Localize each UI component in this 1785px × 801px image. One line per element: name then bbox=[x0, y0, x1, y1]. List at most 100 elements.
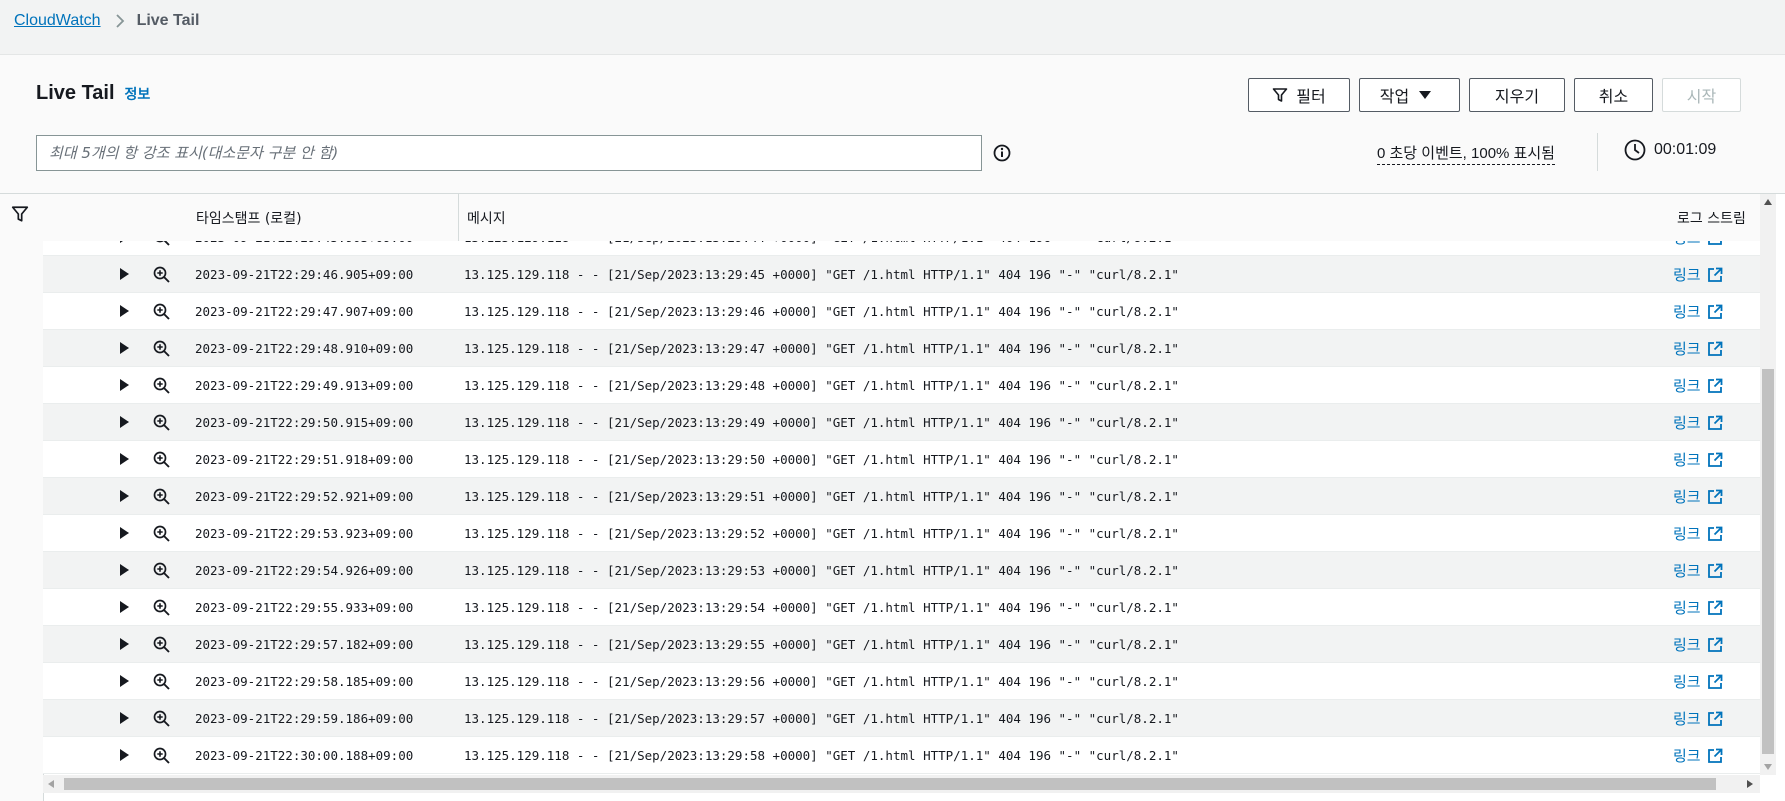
table-row[interactable]: 2023-09-21T22:29:52.921+09:00 13.125.129… bbox=[43, 478, 1760, 515]
page-title: Live Tail bbox=[36, 82, 115, 104]
cancel-button[interactable]: 취소 bbox=[1574, 78, 1653, 112]
log-stream-link[interactable]: 링크 bbox=[1673, 597, 1723, 618]
log-stream-link[interactable]: 링크 bbox=[1673, 634, 1723, 655]
zoom-in-icon[interactable] bbox=[153, 451, 170, 468]
scroll-down-icon[interactable] bbox=[1764, 764, 1772, 770]
table-row[interactable]: 2023-09-21T22:29:53.923+09:00 13.125.129… bbox=[43, 515, 1760, 552]
expand-row-icon[interactable] bbox=[119, 527, 129, 539]
zoom-in-icon[interactable] bbox=[153, 303, 170, 320]
expand-row-icon[interactable] bbox=[119, 712, 129, 724]
table-row[interactable]: 2023-09-21T22:29:55.933+09:00 13.125.129… bbox=[43, 589, 1760, 626]
log-stream-link[interactable]: 링크 bbox=[1673, 486, 1723, 507]
log-stream-link[interactable]: 링크 bbox=[1673, 449, 1723, 470]
log-stream-link[interactable]: 링크 bbox=[1673, 338, 1723, 359]
log-stream-link[interactable]: 링크 bbox=[1673, 708, 1723, 729]
table-row[interactable]: 2023-09-21T22:29:47.907+09:00 13.125.129… bbox=[43, 293, 1760, 330]
external-link-icon bbox=[1707, 304, 1723, 319]
expand-row-icon[interactable] bbox=[119, 305, 129, 317]
table-row[interactable]: 2023-09-21T22:29:46.905+09:00 13.125.129… bbox=[43, 256, 1760, 293]
log-stream-link[interactable]: 링크 bbox=[1673, 241, 1723, 248]
live-tail-panel: Live Tail 정보 필터 작업 지우기 취소 시작 0 초당 이벤트, 1… bbox=[0, 54, 1785, 801]
column-header-timestamp[interactable]: 타임스탬프 (로컬) bbox=[196, 208, 302, 228]
expand-row-icon[interactable] bbox=[119, 241, 129, 243]
row-timestamp: 2023-09-21T22:29:51.918+09:00 bbox=[195, 452, 414, 467]
table-row[interactable]: 2023-09-21T22:29:54.926+09:00 13.125.129… bbox=[43, 552, 1760, 589]
table-row[interactable]: 2023-09-21T22:29:58.185+09:00 13.125.129… bbox=[43, 663, 1760, 700]
log-stream-link-label: 링크 bbox=[1673, 488, 1701, 506]
zoom-in-icon[interactable] bbox=[153, 488, 170, 505]
expand-row-icon[interactable] bbox=[119, 342, 129, 354]
zoom-in-icon[interactable] bbox=[153, 562, 170, 579]
log-stream-link-label: 링크 bbox=[1673, 451, 1701, 469]
zoom-in-icon[interactable] bbox=[153, 636, 170, 653]
zoom-in-icon[interactable] bbox=[153, 414, 170, 431]
table-row[interactable]: 2023-09-21T22:29:50.915+09:00 13.125.129… bbox=[43, 404, 1760, 441]
external-link-icon bbox=[1707, 674, 1723, 689]
highlight-search-field[interactable] bbox=[36, 135, 982, 171]
expand-row-icon[interactable] bbox=[119, 416, 129, 428]
breadcrumb-cloudwatch-link[interactable]: CloudWatch bbox=[14, 12, 101, 30]
expand-row-icon[interactable] bbox=[119, 601, 129, 613]
zoom-in-icon[interactable] bbox=[153, 525, 170, 542]
info-icon[interactable] bbox=[993, 144, 1011, 162]
zoom-in-icon[interactable] bbox=[153, 340, 170, 357]
expand-row-icon[interactable] bbox=[119, 379, 129, 391]
table-row[interactable]: 2023-09-21T22:29:59.186+09:00 13.125.129… bbox=[43, 700, 1760, 737]
zoom-in-icon[interactable] bbox=[153, 377, 170, 394]
actions-dropdown-button[interactable]: 작업 bbox=[1359, 78, 1460, 112]
page-header: Live Tail 정보 bbox=[36, 82, 150, 105]
zoom-in-icon[interactable] bbox=[153, 710, 170, 727]
zoom-in-icon[interactable] bbox=[153, 599, 170, 616]
horizontal-scroll-thumb[interactable] bbox=[64, 778, 1716, 790]
filter-button[interactable]: 필터 bbox=[1248, 78, 1350, 112]
table-row[interactable]: 2023-09-21T22:29:48.910+09:00 13.125.129… bbox=[43, 330, 1760, 367]
vertical-scroll-thumb[interactable] bbox=[1762, 369, 1774, 754]
expand-row-icon[interactable] bbox=[119, 453, 129, 465]
log-stream-link[interactable]: 링크 bbox=[1673, 375, 1723, 396]
highlight-search-input[interactable] bbox=[47, 143, 971, 163]
scroll-left-icon[interactable] bbox=[48, 780, 54, 788]
expand-row-icon[interactable] bbox=[119, 564, 129, 576]
log-stream-link[interactable]: 링크 bbox=[1673, 264, 1723, 285]
row-message: 13.125.129.118 - - [21/Sep/2023:13:29:55… bbox=[464, 637, 1179, 652]
expand-row-icon[interactable] bbox=[119, 749, 129, 761]
scroll-up-icon[interactable] bbox=[1764, 199, 1772, 205]
log-stream-link[interactable]: 링크 bbox=[1673, 671, 1723, 692]
column-divider[interactable] bbox=[458, 194, 459, 241]
filter-button-label: 필터 bbox=[1296, 89, 1326, 106]
clear-button[interactable]: 지우기 bbox=[1469, 78, 1565, 112]
column-header-message[interactable]: 메시지 bbox=[467, 208, 506, 228]
start-button[interactable]: 시작 bbox=[1662, 78, 1741, 112]
table-row[interactable]: 2023-09-21T22:30:00.188+09:00 13.125.129… bbox=[43, 737, 1760, 774]
expand-row-icon[interactable] bbox=[119, 268, 129, 280]
expand-row-icon[interactable] bbox=[119, 675, 129, 687]
info-link[interactable]: 정보 bbox=[125, 84, 151, 104]
row-message: 13.125.129.118 - - [21/Sep/2023:13:29:58… bbox=[464, 748, 1179, 763]
column-header-log-stream[interactable]: 로그 스트림 bbox=[1677, 208, 1746, 228]
scroll-right-icon[interactable] bbox=[1747, 780, 1753, 788]
log-stream-link[interactable]: 링크 bbox=[1673, 301, 1723, 322]
zoom-in-icon[interactable] bbox=[153, 747, 170, 764]
expand-row-icon[interactable] bbox=[119, 638, 129, 650]
zoom-in-icon[interactable] bbox=[153, 266, 170, 283]
vertical-scrollbar[interactable] bbox=[1760, 194, 1776, 775]
zoom-in-icon[interactable] bbox=[153, 241, 170, 246]
row-timestamp: 2023-09-21T22:29:46.905+09:00 bbox=[195, 267, 414, 282]
expand-row-icon[interactable] bbox=[119, 490, 129, 502]
table-row[interactable]: 2023-09-21T22:29:49.913+09:00 13.125.129… bbox=[43, 367, 1760, 404]
table-row[interactable]: 2023-09-21T22:29:45.903+09:00 13.125.129… bbox=[43, 241, 1760, 256]
zoom-in-icon[interactable] bbox=[153, 673, 170, 690]
log-stream-link[interactable]: 링크 bbox=[1673, 412, 1723, 433]
log-stream-link[interactable]: 링크 bbox=[1673, 745, 1723, 766]
horizontal-scrollbar[interactable] bbox=[43, 775, 1760, 793]
cancel-button-label: 취소 bbox=[1598, 89, 1629, 106]
log-stream-link[interactable]: 링크 bbox=[1673, 560, 1723, 581]
table-row[interactable]: 2023-09-21T22:29:51.918+09:00 13.125.129… bbox=[43, 441, 1760, 478]
event-rate-status[interactable]: 0 초당 이벤트, 100% 표시됨 bbox=[1377, 142, 1555, 165]
external-link-icon bbox=[1707, 563, 1723, 578]
row-timestamp: 2023-09-21T22:29:58.185+09:00 bbox=[195, 674, 414, 689]
log-stream-link-label: 링크 bbox=[1673, 525, 1701, 543]
filter-icon[interactable] bbox=[11, 205, 29, 223]
table-row[interactable]: 2023-09-21T22:29:57.182+09:00 13.125.129… bbox=[43, 626, 1760, 663]
log-stream-link[interactable]: 링크 bbox=[1673, 523, 1723, 544]
